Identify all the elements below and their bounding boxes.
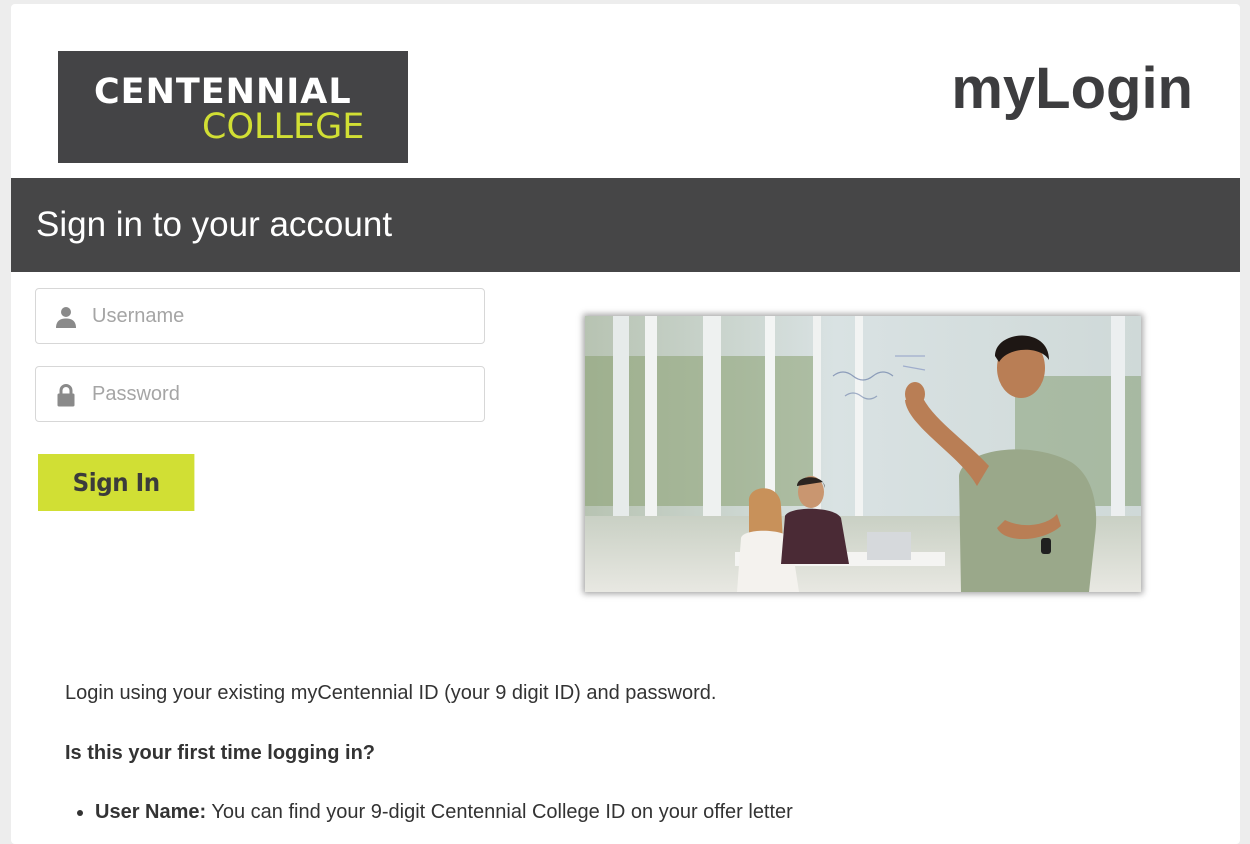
instructions-list: User Name: You can find your 9-digit Cen…	[65, 799, 1165, 825]
signin-banner: Sign in to your account	[11, 178, 1240, 272]
sign-in-button[interactable]: Sign In	[38, 454, 195, 511]
app-title: myLogin	[951, 56, 1193, 121]
students-photo	[585, 316, 1141, 592]
login-instructions: Login using your existing myCentennial I…	[65, 680, 1165, 825]
students-photo-illustration	[585, 316, 1141, 592]
list-item-text: You can find your 9-digit Centennial Col…	[206, 801, 793, 823]
lock-icon	[57, 384, 75, 407]
password-input[interactable]	[92, 379, 472, 409]
user-icon	[56, 307, 76, 328]
password-field[interactable]	[35, 366, 485, 422]
centennial-college-logo[interactable]: CENTENNIAL COLLEGE	[58, 51, 408, 163]
username-field[interactable]	[35, 288, 485, 344]
username-input[interactable]	[92, 301, 472, 331]
login-card: CENTENNIAL COLLEGE myLogin Sign in to yo…	[11, 4, 1240, 844]
logo-line-2: COLLEGE	[202, 107, 365, 147]
list-item-term: User Name:	[95, 801, 207, 823]
first-time-question: Is this your first time logging in?	[65, 742, 376, 764]
page-title: Sign in to your account	[36, 205, 393, 244]
logo-line-1: CENTENNIAL	[94, 72, 352, 112]
intro-text: Login using your existing myCentennial I…	[65, 682, 717, 704]
list-item: User Name: You can find your 9-digit Cen…	[95, 799, 1165, 825]
